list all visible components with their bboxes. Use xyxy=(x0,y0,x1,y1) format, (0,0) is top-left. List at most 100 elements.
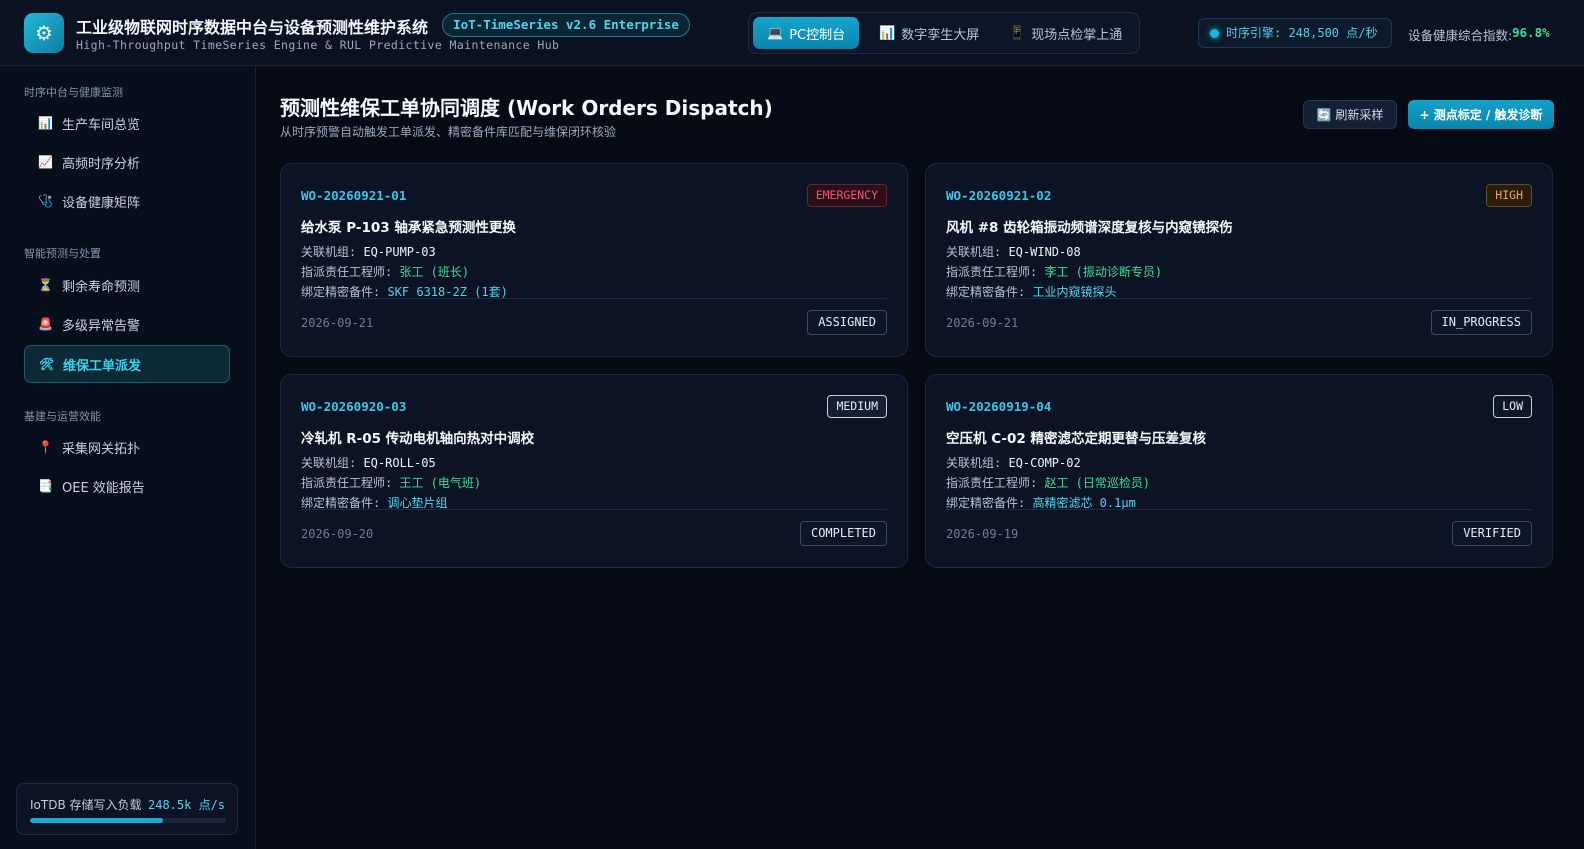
work-order-title: 给水泵 P-103 轴承紧急预测性更换 xyxy=(301,220,516,236)
bar-chart-icon: 📊 xyxy=(879,25,896,41)
sidebar-item-health-matrix[interactable]: 🩺 设备健康矩阵 xyxy=(24,182,230,220)
storage-load-bar xyxy=(30,818,226,823)
parts-value: 工业内窥镜探头 xyxy=(1032,285,1117,299)
work-order-date: 2026-09-21 xyxy=(301,316,374,330)
equipment-value: EQ-COMP-02 xyxy=(1008,456,1081,470)
card-divider xyxy=(301,298,887,299)
sidebar-item-label: 多级异常告警 xyxy=(62,318,141,334)
health-index-value: 96.8% xyxy=(1512,25,1550,40)
field-label: 指派责任工程师: xyxy=(946,476,1045,490)
field-label: 绑定精密备件: xyxy=(946,496,1033,510)
view-digital-twin-button[interactable]: 📊 数字孪生大屏 xyxy=(865,17,993,49)
report-icon: 📑 xyxy=(38,479,53,493)
sidebar-item-rul[interactable]: ⏳ 剩余寿命预测 xyxy=(24,266,230,304)
app-subtitle: High-Throughput TimeSeries Engine & RUL … xyxy=(76,38,560,52)
trigger-diagnosis-button[interactable]: + 测点标定 / 触发诊断 xyxy=(1408,100,1554,129)
status-dot-icon xyxy=(1210,29,1219,38)
field-label: 指派责任工程师: xyxy=(301,476,400,490)
mobile-phone-icon: 📱 xyxy=(1009,25,1026,41)
engineer-value: 王工 (电气班) xyxy=(399,476,482,490)
app-title: 工业级物联网时序数据中台与设备预测性维护系统 xyxy=(76,18,429,37)
status-badge: IN_PROGRESS xyxy=(1430,310,1532,335)
app-header: ⚙ 工业级物联网时序数据中台与设备预测性维护系统 IoT-TimeSeries … xyxy=(0,0,1584,66)
work-order-id: WO-20260920-03 xyxy=(301,399,407,414)
status-badge: ASSIGNED xyxy=(807,310,887,335)
work-order-title: 风机 #8 齿轮箱振动频谱深度复核与内窥镜探伤 xyxy=(946,220,1233,236)
equipment-value: EQ-PUMP-03 xyxy=(363,245,436,259)
sidebar-item-oee-report[interactable]: 📑 OEE 效能报告 xyxy=(24,467,230,505)
parts-value: 调心垫片组 xyxy=(387,496,448,510)
work-order-card[interactable]: WO-20260921-01 EMERGENCY 给水泵 P-103 轴承紧急预… xyxy=(280,163,908,357)
sidebar-item-gateway-topology[interactable]: 📍 采集网关拓扑 xyxy=(24,428,230,466)
page-title: 预测性维保工单协同调度 (Work Orders Dispatch) xyxy=(280,96,773,120)
siren-icon: 🚨 xyxy=(38,317,53,331)
field-label: 关联机组: xyxy=(301,245,364,259)
field-label: 关联机组: xyxy=(301,456,364,470)
engineer-value: 赵工 (日常巡检员) xyxy=(1044,476,1151,490)
status-badge: VERIFIED xyxy=(1452,521,1532,546)
page-description: 从时序预警自动触发工单派发、精密备件库匹配与维保闭环核验 xyxy=(280,125,617,139)
field-label: 绑定精密备件: xyxy=(946,285,1033,299)
storage-load-label: IoTDB 存储写入负载 xyxy=(30,798,142,812)
parts-value: 高精密滤芯 0.1μm xyxy=(1032,496,1136,510)
sidebar-item-label: 剩余寿命预测 xyxy=(62,279,141,295)
view-field-mobile-button[interactable]: 📱 现场点检掌上通 xyxy=(995,17,1136,49)
view-label: 现场点检掌上通 xyxy=(1031,27,1123,43)
field-label: 指派责任工程师: xyxy=(946,265,1045,279)
tools-icon: 🛠 xyxy=(39,357,55,371)
field-label: 指派责任工程师: xyxy=(301,265,400,279)
field-label: 绑定精密备件: xyxy=(301,285,388,299)
storage-load-card: IoTDB 存储写入负载 248.5k 点/s xyxy=(16,783,238,835)
work-order-card[interactable]: WO-20260921-02 HIGH 风机 #8 齿轮箱振动频谱深度复核与内窥… xyxy=(925,163,1553,357)
engineer-line: 指派责任工程师: 李工 (振动诊断专员) xyxy=(946,263,1162,280)
engineer-value: 张工 (班长) xyxy=(399,265,470,279)
card-divider xyxy=(946,509,1532,510)
sidebar-group-title: 基建与运营效能 xyxy=(24,410,101,423)
sidebar-group-title: 时序中台与健康监测 xyxy=(24,86,123,99)
sidebar-item-label: OEE 效能报告 xyxy=(62,480,145,496)
engine-status-pill: 时序引擎: 248,500 点/秒 xyxy=(1198,18,1392,48)
sidebar-item-work-orders[interactable]: 🛠 维保工单派发 xyxy=(24,345,230,383)
refresh-sampling-button[interactable]: 🔄 刷新采样 xyxy=(1303,100,1397,129)
status-badge: COMPLETED xyxy=(799,521,887,546)
engineer-line: 指派责任工程师: 王工 (电气班) xyxy=(301,474,481,491)
priority-badge: MEDIUM xyxy=(827,395,887,418)
storage-load-value: 248.5k 点/s xyxy=(148,798,226,812)
priority-badge: HIGH xyxy=(1486,184,1532,207)
laptop-icon: 💻 xyxy=(767,25,784,41)
sidebar-item-overview[interactable]: 📊 生产车间总览 xyxy=(24,104,230,142)
hourglass-icon: ⏳ xyxy=(38,278,53,292)
parts-value: SKF 6318-2Z (1套) xyxy=(387,285,508,299)
work-order-card[interactable]: WO-20260920-03 MEDIUM 冷轧机 R-05 传动电机轴向热对中… xyxy=(280,374,908,568)
work-order-id: WO-20260921-02 xyxy=(946,188,1052,203)
work-order-date: 2026-09-19 xyxy=(946,527,1019,541)
line-chart-icon: 📈 xyxy=(38,155,53,169)
work-order-title: 空压机 C-02 精密滤芯定期更替与压差复核 xyxy=(946,431,1207,447)
sidebar-item-label: 维保工单派发 xyxy=(63,358,142,374)
engineer-value: 李工 (振动诊断专员) xyxy=(1044,265,1163,279)
work-order-title: 冷轧机 R-05 传动电机轴向热对中调校 xyxy=(301,431,535,447)
engineer-line: 指派责任工程师: 张工 (班长) xyxy=(301,263,469,280)
sidebar-item-label: 设备健康矩阵 xyxy=(62,195,141,211)
sidebar-item-timeseries[interactable]: 📈 高频时序分析 xyxy=(24,143,230,181)
sidebar: 时序中台与健康监测 📊 生产车间总览 📈 高频时序分析 🩺 设备健康矩阵 智能预… xyxy=(0,66,256,849)
sidebar-group-title: 智能预测与处置 xyxy=(24,247,101,260)
view-pc-console-button[interactable]: 💻 PC控制台 xyxy=(753,17,860,49)
view-switcher: 💻 PC控制台 📊 数字孪生大屏 📱 现场点检掌上通 xyxy=(748,12,1140,54)
sidebar-item-label: 采集网关拓扑 xyxy=(62,441,141,457)
work-order-date: 2026-09-21 xyxy=(946,316,1019,330)
work-order-card[interactable]: WO-20260919-04 LOW 空压机 C-02 精密滤芯定期更替与压差复… xyxy=(925,374,1553,568)
card-divider xyxy=(946,298,1532,299)
field-label: 绑定精密备件: xyxy=(301,496,388,510)
gear-icon: ⚙ xyxy=(24,13,64,53)
field-label: 关联机组: xyxy=(946,245,1009,259)
sidebar-item-alerts[interactable]: 🚨 多级异常告警 xyxy=(24,305,230,343)
storage-load-bar-fill xyxy=(30,818,164,823)
sidebar-item-label: 高频时序分析 xyxy=(62,156,141,172)
version-badge: IoT-TimeSeries v2.6 Enterprise xyxy=(442,13,690,37)
work-order-id: WO-20260921-01 xyxy=(301,188,407,203)
card-divider xyxy=(301,509,887,510)
equipment-value: EQ-ROLL-05 xyxy=(363,456,436,470)
priority-badge: EMERGENCY xyxy=(806,184,887,207)
equipment-line: 关联机组: EQ-COMP-02 xyxy=(946,454,1081,471)
